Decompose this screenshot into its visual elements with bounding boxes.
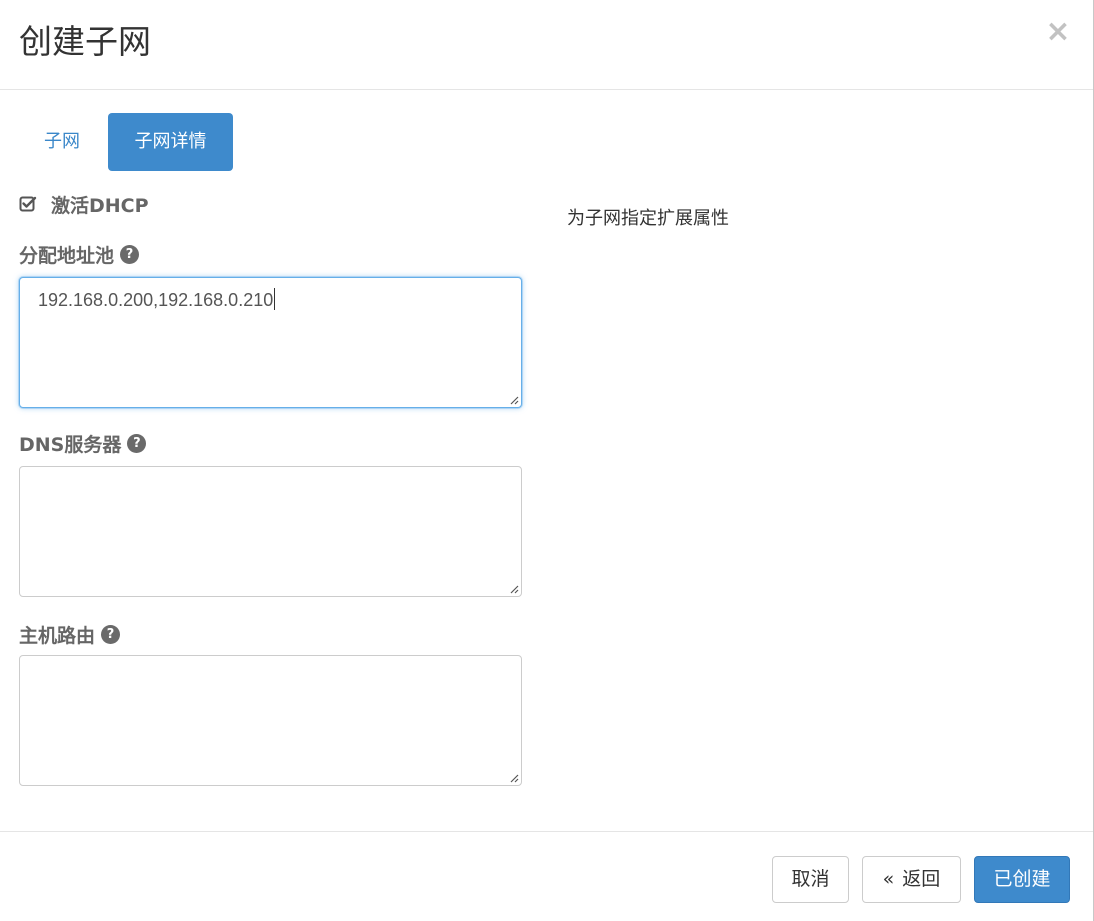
tab-subnet[interactable]: 子网: [25, 113, 99, 171]
create-subnet-dialog: 创建子网 × 子网 子网详情 激活DHCP 分配地址池 ? 192.168.0.…: [0, 0, 1094, 921]
text-caret: [274, 288, 276, 310]
allocation-pools-value: 192.168.0.200,192.168.0.210: [38, 290, 274, 310]
allocation-pools-label-row: 分配地址池 ?: [19, 241, 140, 267]
close-icon[interactable]: ×: [1044, 17, 1072, 47]
back-button[interactable]: « 返回: [862, 856, 961, 903]
cancel-button[interactable]: 取消: [772, 856, 849, 903]
host-routes-textarea[interactable]: [19, 655, 522, 786]
allocation-pools-label: 分配地址池: [19, 244, 115, 267]
dialog-footer: 取消 « 返回 已创建: [0, 831, 1093, 921]
create-button[interactable]: 已创建: [974, 856, 1070, 903]
double-chevron-left-icon: «: [882, 868, 895, 890]
subnet-details-help-text: 为子网指定扩展属性: [567, 208, 729, 229]
dns-servers-label: DNS服务器: [19, 433, 122, 456]
enable-dhcp-label: 激活DHCP: [51, 194, 149, 217]
dns-servers-textarea[interactable]: [19, 466, 522, 597]
help-icon[interactable]: ?: [120, 244, 140, 264]
resize-grip-icon[interactable]: [507, 582, 519, 594]
dialog-header: 创建子网 ×: [0, 0, 1093, 90]
back-button-label: 返回: [902, 868, 941, 890]
allocation-pools-textarea[interactable]: 192.168.0.200,192.168.0.210: [19, 277, 522, 408]
enable-dhcp-checkbox[interactable]: 激活DHCP: [19, 192, 149, 217]
resize-grip-icon[interactable]: [507, 771, 519, 783]
host-routes-label-row: 主机路由 ?: [19, 621, 121, 647]
host-routes-label: 主机路由: [19, 624, 96, 647]
help-icon[interactable]: ?: [127, 433, 147, 453]
dns-servers-label-row: DNS服务器 ?: [19, 430, 147, 456]
dialog-title: 创建子网: [19, 22, 151, 61]
help-icon[interactable]: ?: [101, 624, 121, 644]
checkbox-checked-icon[interactable]: [19, 195, 37, 213]
tab-subnet-details[interactable]: 子网详情: [108, 113, 233, 171]
resize-grip-icon[interactable]: [507, 393, 519, 405]
